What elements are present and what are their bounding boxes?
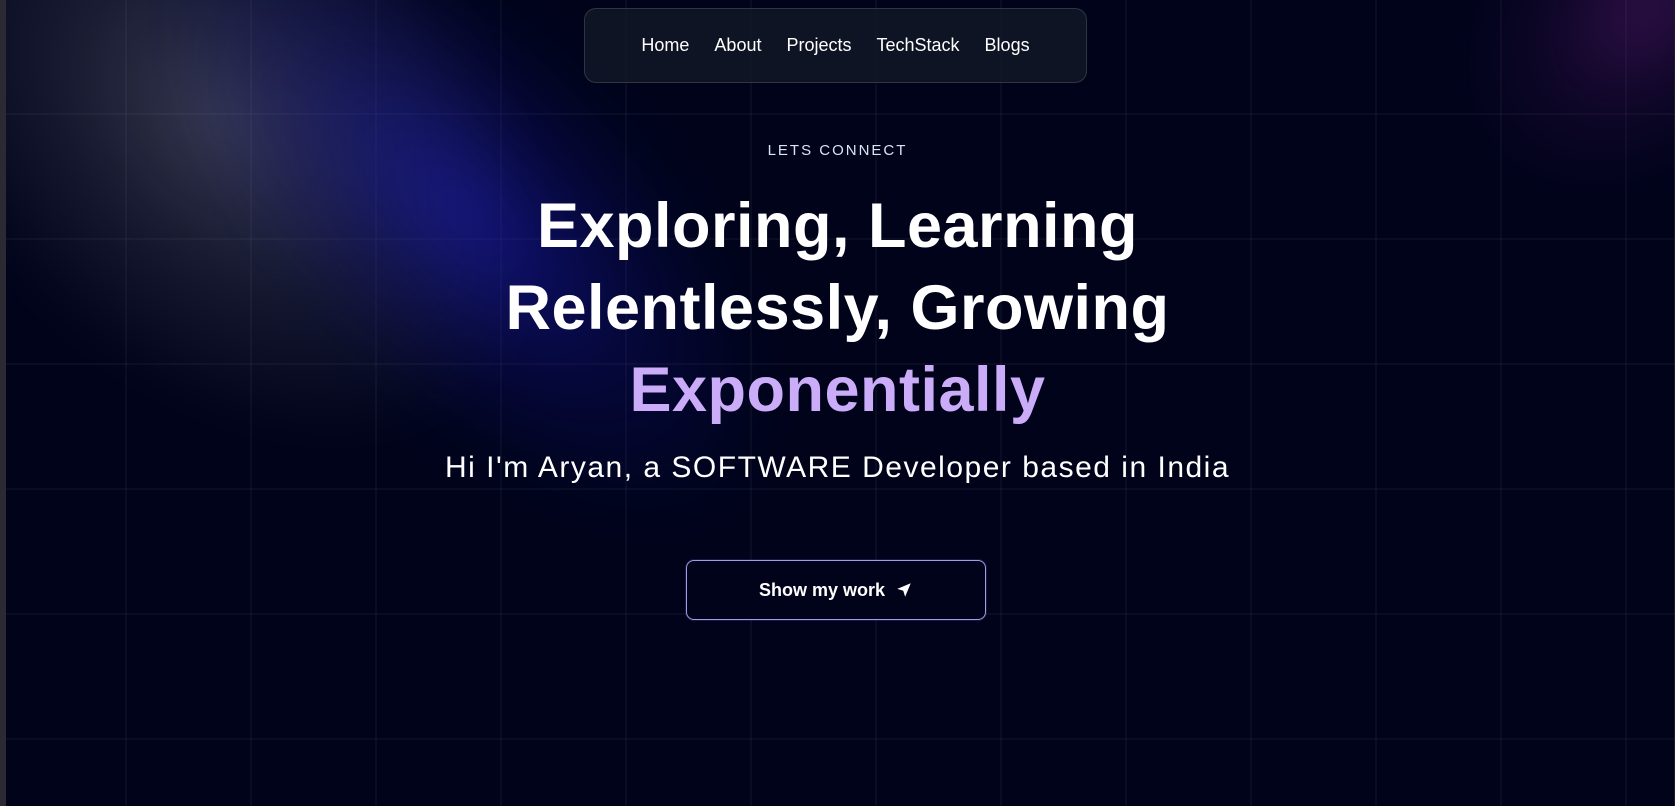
show-my-work-button[interactable]: Show my work — [686, 560, 986, 620]
window-left-edge — [0, 0, 6, 806]
hero-subtitle: Hi I'm Aryan, a SOFTWARE Developer based… — [444, 451, 1231, 484]
nav-link-home[interactable]: Home — [641, 35, 689, 56]
hero-eyebrow: LETS CONNECT — [767, 142, 908, 159]
headline-accent: Exponentially — [629, 355, 1046, 425]
nav-link-about[interactable]: About — [714, 35, 761, 56]
location-arrow-icon — [895, 581, 913, 599]
headline-line-1: Exploring, Learning — [536, 191, 1139, 261]
nav-link-projects[interactable]: Projects — [786, 35, 851, 56]
nav-link-blogs[interactable]: Blogs — [985, 35, 1030, 56]
headline-line-2: Relentlessly, Growing — [505, 273, 1170, 343]
hero-headline: Exploring, Learning Relentlessly, Growin… — [0, 185, 1675, 431]
floating-navbar: Home About Projects TechStack Blogs — [584, 8, 1087, 83]
page: Home About Projects TechStack Blogs LETS… — [0, 0, 1675, 806]
show-my-work-label: Show my work — [758, 579, 886, 600]
nav-link-techstack[interactable]: TechStack — [877, 35, 960, 56]
